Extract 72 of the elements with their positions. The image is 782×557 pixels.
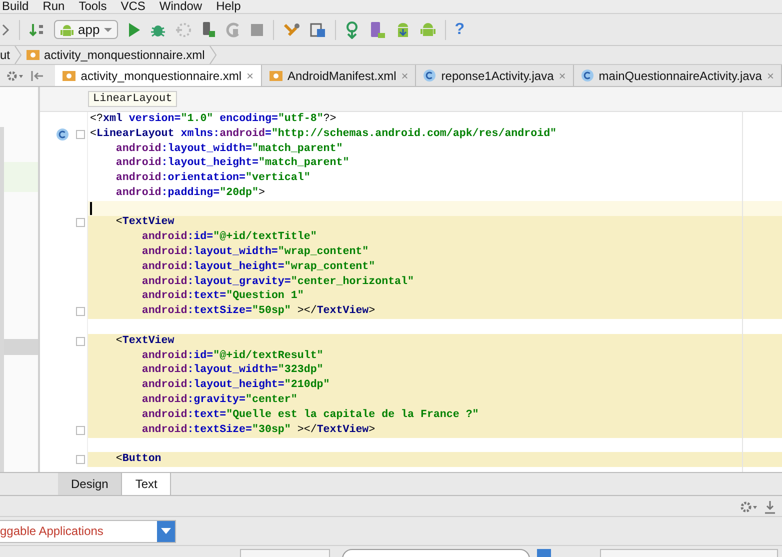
android-icon[interactable] xyxy=(420,22,436,38)
settings-icon[interactable] xyxy=(6,70,24,82)
xml-file-icon xyxy=(62,70,76,82)
wrench-icon[interactable] xyxy=(282,22,301,38)
view-tab[interactable]: Text xyxy=(122,473,172,495)
stop-icon[interactable] xyxy=(250,22,264,36)
menu-item[interactable]: Run xyxy=(42,0,65,13)
code-line: <TextView xyxy=(114,334,174,349)
code-line: android:layout_height="210dp" xyxy=(140,378,330,394)
code-line: android:layout_width="wrap_content" xyxy=(140,245,369,260)
fold-marker-icon[interactable] xyxy=(76,218,85,228)
code-line: <Button xyxy=(114,452,162,468)
fold-marker-icon[interactable] xyxy=(76,455,85,464)
menu-item[interactable]: Window xyxy=(159,0,202,13)
process-filter-dropdown[interactable]: ggable Applications xyxy=(0,520,176,542)
code-line: android:layout_height="wrap_content" xyxy=(140,260,376,275)
class-icon xyxy=(423,69,436,82)
chevron-icon xyxy=(14,46,22,64)
code-line: <LinearLayout xmlns:android="http://schemas.android.com/apk/res/android" xyxy=(90,126,557,142)
menu-item[interactable]: Tools xyxy=(78,0,107,13)
code-line: <?xml version="1.0" encoding="utf-8"?> xyxy=(90,112,336,127)
breadcrumb-item[interactable]: activity_monquestionnaire.xml xyxy=(26,48,205,62)
fold-marker-icon[interactable] xyxy=(76,336,85,346)
checkbox[interactable] xyxy=(537,549,551,557)
sync-icon[interactable] xyxy=(344,20,359,38)
menu-item[interactable]: VCS xyxy=(120,0,146,13)
code-line: <TextView xyxy=(114,215,174,230)
xml-file-icon xyxy=(268,70,283,82)
fold-marker-icon[interactable] xyxy=(76,130,85,139)
settings-icon[interactable] xyxy=(740,500,758,514)
code-line: android:padding="20dp"> xyxy=(114,186,265,201)
code-line: android:layout_width="match_parent" xyxy=(114,142,343,156)
code-line: android:textSize="50sp" ></TextView> xyxy=(140,304,376,320)
download-icon[interactable] xyxy=(764,500,776,514)
fold-marker-icon[interactable] xyxy=(76,307,85,316)
view-tab[interactable]: Design xyxy=(58,473,122,495)
code-line: android:orientation="vertical" xyxy=(114,171,310,186)
android-icon xyxy=(60,22,74,36)
xml-file-icon xyxy=(26,49,40,61)
code-line: android:id="@+id/textResult" xyxy=(140,348,324,364)
class-icon xyxy=(580,69,594,82)
editor-tab[interactable]: reponse1Activity.java × xyxy=(416,65,574,86)
chevron-icon[interactable] xyxy=(2,22,10,36)
run-config-dropdown[interactable]: app xyxy=(54,20,118,39)
text-caret xyxy=(90,202,92,215)
caret-icon xyxy=(161,528,171,534)
tag-breadcrumb[interactable]: LinearLayout xyxy=(88,91,178,107)
menu-item[interactable]: Help xyxy=(216,0,241,13)
breadcrumb-item[interactable]: ut xyxy=(0,48,10,62)
caret-icon xyxy=(104,26,112,32)
code-line: android:layout_height="match_parent" xyxy=(114,156,350,172)
code-line: android:gravity="center" xyxy=(140,393,298,408)
code-line: android:textSize="30sp" ></TextView> xyxy=(140,422,376,438)
menu-item[interactable]: Build xyxy=(2,0,29,13)
module-icon[interactable] xyxy=(310,22,326,38)
code-line: android:id="@+id/textTitle" xyxy=(140,230,317,246)
editor-tab[interactable]: activity_monquestionnaire.xml × xyxy=(54,65,262,86)
editor-tab[interactable]: AndroidManifest.xml × xyxy=(262,65,416,86)
chevron-icon xyxy=(208,46,217,64)
sort-icon[interactable] xyxy=(29,22,45,38)
code-line: android:text="Question 1" xyxy=(140,289,304,304)
rerun-icon[interactable] xyxy=(224,22,241,38)
code-line: android:text="Quelle est la capitale de la France ?" xyxy=(140,408,479,423)
attach-icon[interactable] xyxy=(174,22,191,38)
run-icon[interactable] xyxy=(126,22,141,38)
code-line: android:layout_width="323dp" xyxy=(140,363,324,378)
collapse-icon[interactable] xyxy=(30,70,44,82)
code-line: android:layout_gravity="center_horizontal" xyxy=(140,274,414,290)
class-marker-icon[interactable] xyxy=(56,128,69,141)
fold-marker-icon[interactable] xyxy=(76,426,85,435)
editor-tab[interactable]: mainQuestionnaireActivity.java × xyxy=(574,65,782,86)
close-button[interactable]: × xyxy=(246,68,254,82)
